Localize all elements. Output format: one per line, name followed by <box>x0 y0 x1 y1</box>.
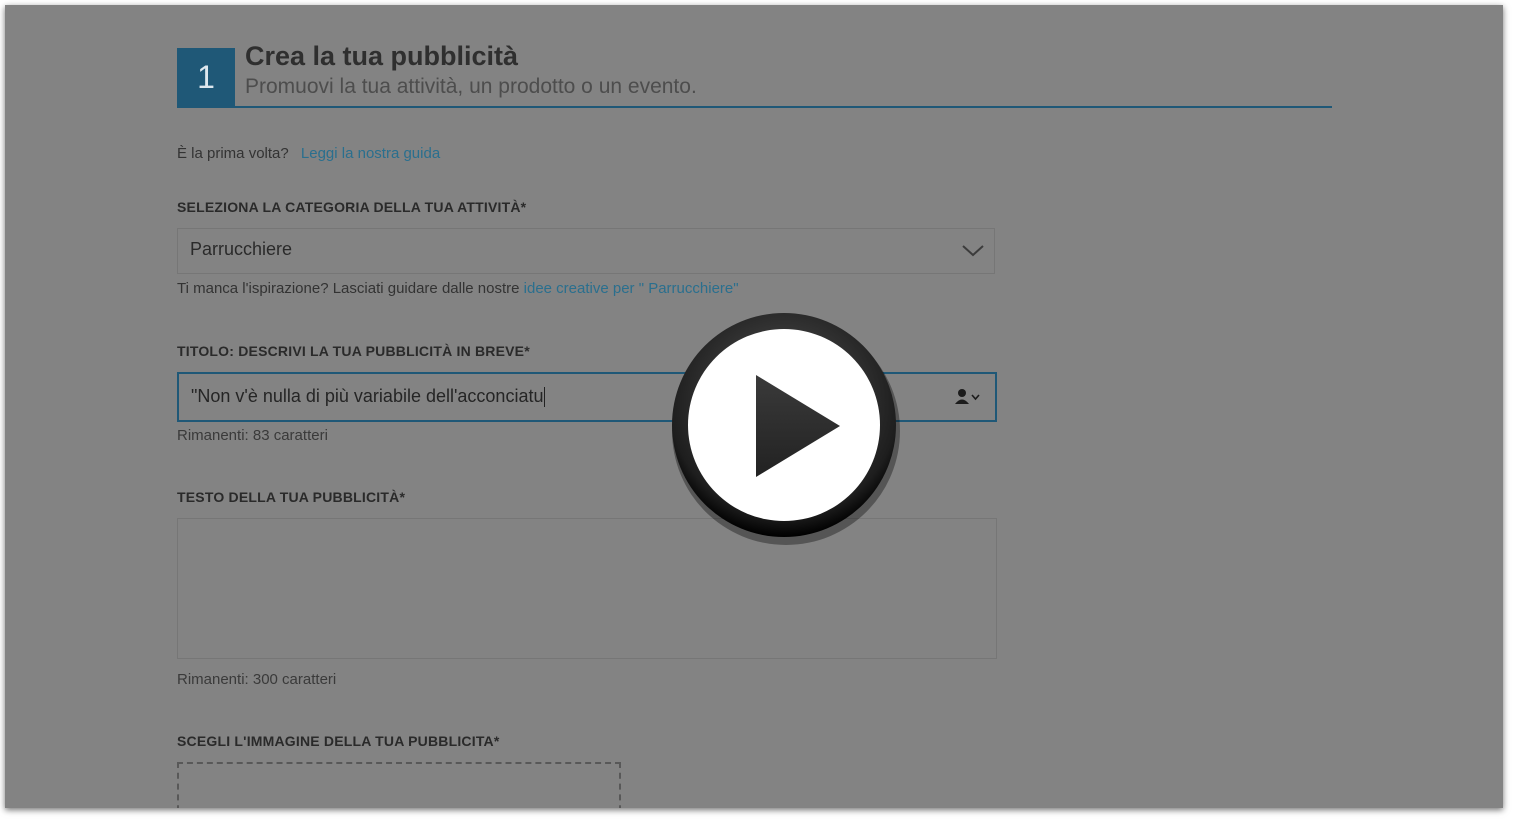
title-input-text: "Non v'è nulla di più variabile dell'acc… <box>191 386 546 408</box>
category-select[interactable]: Parrucchiere <box>177 228 995 274</box>
title-label: TITOLO: DESCRIVI LA TUA PUBBLICITÀ IN BR… <box>177 343 530 359</box>
step-number-badge: 1 <box>177 48 235 107</box>
text-remaining-count: Rimanenti: 300 caratteri <box>177 671 337 688</box>
step-subtitle: Promuovi la tua attività, un prodotto o … <box>245 75 697 98</box>
guide-link[interactable]: Leggi la nostra guida <box>301 145 440 162</box>
first-time-question: È la prima volta? <box>177 145 289 162</box>
step-divider <box>177 106 1332 108</box>
text-caret <box>544 387 546 408</box>
person-icon[interactable] <box>953 387 983 407</box>
step-title: Crea la tua pubblicità <box>245 41 519 71</box>
title-input-value: "Non v'è nulla di più variabile dell'acc… <box>191 386 544 406</box>
inspiration-hint: Ti manca l'ispirazione? Lasciati guidare… <box>177 280 739 297</box>
image-label: SCEGLI L'IMMAGINE DELLA TUA PUBBLICITA* <box>177 733 500 749</box>
first-time-prompt: È la prima volta? Leggi la nostra guida <box>177 145 440 162</box>
inspiration-text: Ti manca l'ispirazione? Lasciati guidare… <box>177 280 524 297</box>
category-select-value: Parrucchiere <box>190 239 293 259</box>
chevron-down-icon <box>962 245 984 257</box>
play-icon[interactable] <box>668 307 900 547</box>
text-label: TESTO DELLA TUA PUBBLICITÀ* <box>177 489 406 505</box>
video-thumbnail-frame[interactable]: 1 Crea la tua pubblicità Promuovi la tua… <box>5 5 1503 808</box>
image-upload-dropzone[interactable] <box>177 762 621 808</box>
category-label: SELEZIONA LA CATEGORIA DELLA TUA ATTIVIT… <box>177 199 527 215</box>
title-remaining-count: Rimanenti: 83 caratteri <box>177 427 328 444</box>
creative-ideas-link[interactable]: idee creative per " Parrucchiere" <box>524 280 739 297</box>
step-number: 1 <box>197 59 215 95</box>
